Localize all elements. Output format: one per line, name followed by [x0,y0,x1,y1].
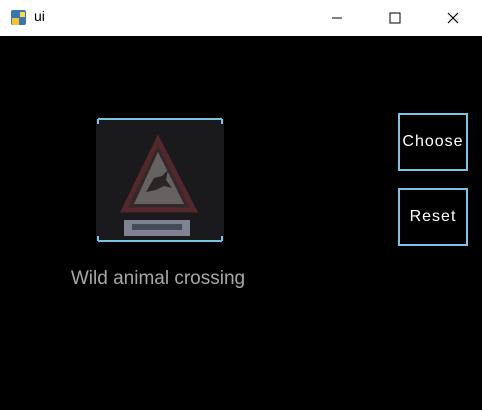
close-button[interactable] [430,0,476,36]
minimize-icon [332,17,342,19]
close-icon [447,12,459,24]
window-title: ui [34,8,45,24]
main-content: Wild animal crossing Choose Reset [0,36,482,410]
maximize-button[interactable] [372,0,418,36]
maximize-icon [389,12,401,24]
choose-button[interactable]: Choose [398,113,468,171]
python-icon [10,9,27,26]
title-bar[interactable]: ui [0,0,482,36]
uploaded-image [96,118,224,242]
app-window: ui Wild animal crossing Choose Reset [0,0,482,410]
minimize-button[interactable] [314,0,360,36]
reset-button[interactable]: Reset [398,188,468,246]
prediction-label: Wild animal crossing [70,268,246,289]
